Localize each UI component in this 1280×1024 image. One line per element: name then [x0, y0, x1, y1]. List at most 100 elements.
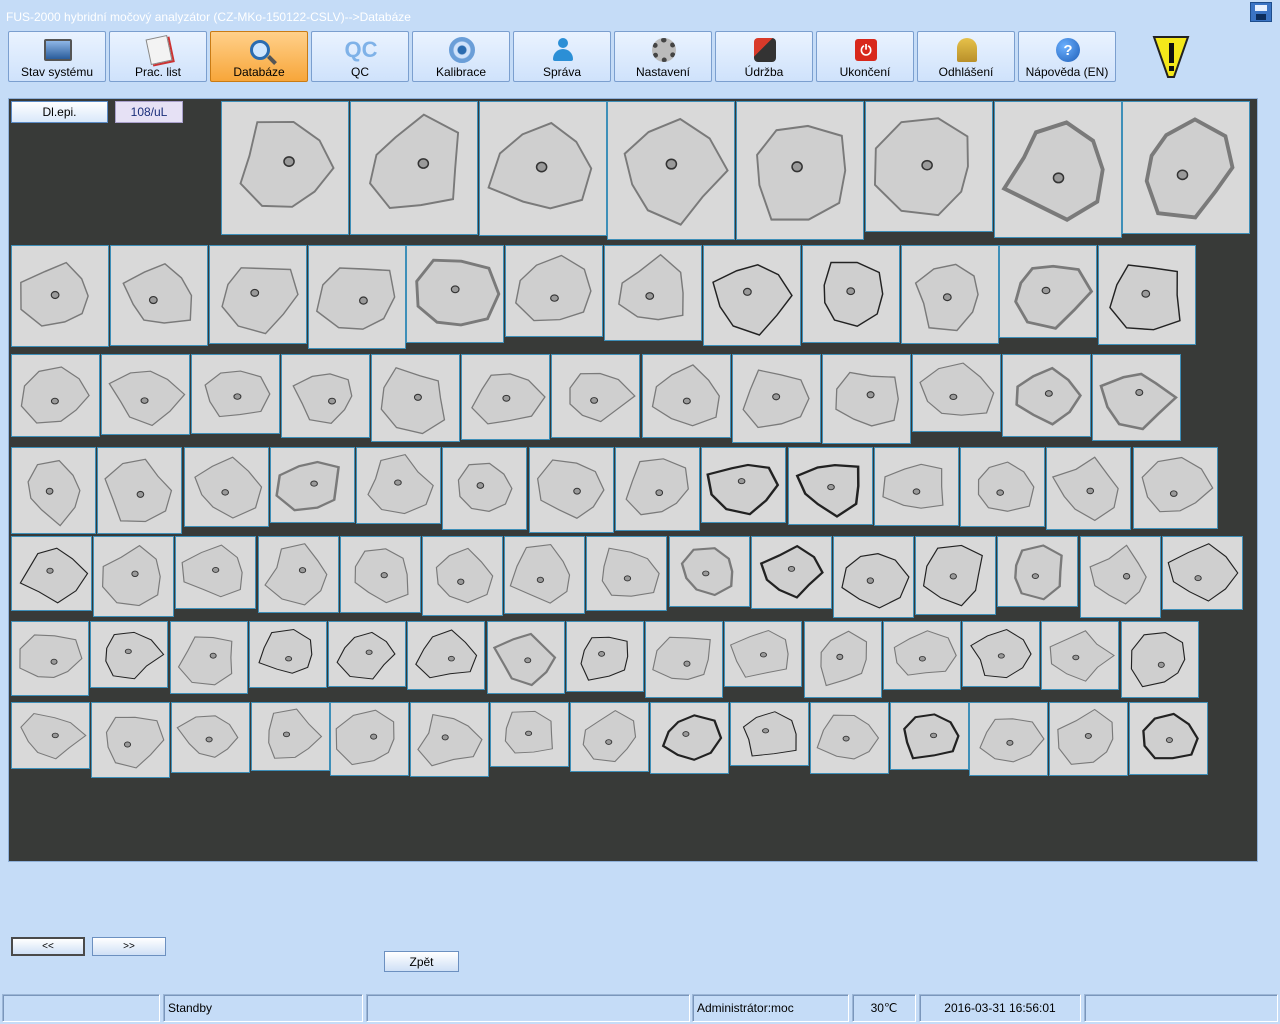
cell-image-thumbnail[interactable]: [170, 621, 248, 694]
cell-image-thumbnail[interactable]: [504, 536, 585, 614]
cell-image-thumbnail[interactable]: [110, 245, 208, 346]
cell-image-thumbnail[interactable]: [371, 354, 460, 442]
cell-image-thumbnail[interactable]: [736, 101, 864, 240]
help-button[interactable]: ? Nápověda (EN): [1018, 31, 1116, 82]
cell-image-thumbnail[interactable]: [487, 621, 565, 694]
cell-image-thumbnail[interactable]: [97, 447, 182, 534]
cell-image-thumbnail[interactable]: [703, 245, 801, 346]
qc-button[interactable]: QC QC: [311, 31, 409, 82]
settings-button[interactable]: Nastavení: [614, 31, 712, 82]
cell-image-thumbnail[interactable]: [11, 621, 89, 696]
cell-image-thumbnail[interactable]: [994, 101, 1122, 238]
cell-image-thumbnail[interactable]: [969, 702, 1048, 776]
cell-image-thumbnail[interactable]: [191, 354, 280, 434]
cell-image-thumbnail[interactable]: [1129, 702, 1208, 775]
cell-image-thumbnail[interactable]: [997, 536, 1078, 607]
cell-image-thumbnail[interactable]: [912, 354, 1001, 432]
cell-image-thumbnail[interactable]: [1049, 702, 1128, 776]
cell-image-thumbnail[interactable]: [529, 447, 614, 533]
cell-image-thumbnail[interactable]: [802, 245, 900, 343]
cell-image-thumbnail[interactable]: [730, 702, 809, 766]
cell-image-thumbnail[interactable]: [350, 101, 478, 235]
cell-image-thumbnail[interactable]: [724, 621, 802, 687]
cell-image-thumbnail[interactable]: [645, 621, 723, 698]
cell-image-thumbnail[interactable]: [822, 354, 911, 444]
cell-image-thumbnail[interactable]: [865, 101, 993, 232]
cell-image-thumbnail[interactable]: [751, 536, 832, 609]
cell-image-thumbnail[interactable]: [586, 536, 667, 611]
cell-image-thumbnail[interactable]: [1046, 447, 1131, 530]
cell-image-thumbnail[interactable]: [11, 536, 92, 611]
cell-image-thumbnail[interactable]: [890, 702, 969, 770]
cell-image-thumbnail[interactable]: [570, 702, 649, 772]
cell-image-thumbnail[interactable]: [90, 621, 168, 688]
cell-image-thumbnail[interactable]: [788, 447, 873, 525]
management-button[interactable]: Správa: [513, 31, 611, 82]
cell-image-thumbnail[interactable]: [1121, 621, 1199, 698]
previous-page-button[interactable]: <<: [11, 937, 85, 956]
cell-image-thumbnail[interactable]: [221, 101, 349, 235]
cell-image-thumbnail[interactable]: [874, 447, 959, 526]
cell-image-thumbnail[interactable]: [249, 621, 327, 688]
cell-image-thumbnail[interactable]: [732, 354, 821, 443]
cell-image-thumbnail[interactable]: [962, 621, 1040, 687]
cell-image-thumbnail[interactable]: [490, 702, 569, 767]
cell-image-thumbnail[interactable]: [442, 447, 527, 530]
cell-image-thumbnail[interactable]: [1122, 101, 1250, 234]
cell-image-thumbnail[interactable]: [1098, 245, 1196, 345]
cell-image-thumbnail[interactable]: [410, 702, 489, 777]
cell-image-thumbnail[interactable]: [604, 245, 702, 341]
cell-image-thumbnail[interactable]: [1162, 536, 1243, 610]
cell-image-thumbnail[interactable]: [1133, 447, 1218, 529]
cell-image-thumbnail[interactable]: [251, 702, 330, 771]
cell-image-thumbnail[interactable]: [11, 354, 100, 437]
cell-image-thumbnail[interactable]: [171, 702, 250, 773]
cell-image-thumbnail[interactable]: [340, 536, 421, 613]
cell-image-thumbnail[interactable]: [11, 245, 109, 347]
cell-image-thumbnail[interactable]: [615, 447, 700, 531]
cell-image-thumbnail[interactable]: [308, 245, 406, 349]
cell-image-thumbnail[interactable]: [407, 621, 485, 690]
cell-image-thumbnail[interactable]: [422, 536, 503, 616]
cell-image-thumbnail[interactable]: [270, 447, 355, 523]
cell-image-thumbnail[interactable]: [356, 447, 441, 524]
database-button[interactable]: Databáze: [210, 31, 308, 82]
cell-image-thumbnail[interactable]: [209, 245, 307, 344]
exit-button[interactable]: ⏻ Ukončení: [816, 31, 914, 82]
cell-image-thumbnail[interactable]: [258, 536, 339, 613]
cell-image-thumbnail[interactable]: [901, 245, 999, 344]
cell-image-thumbnail[interactable]: [915, 536, 996, 615]
cell-image-thumbnail[interactable]: [566, 621, 644, 692]
worklist-button[interactable]: Prac. list: [109, 31, 207, 82]
cell-image-thumbnail[interactable]: [461, 354, 550, 440]
cell-image-thumbnail[interactable]: [1080, 536, 1161, 618]
warning-icon[interactable]: [1152, 33, 1190, 81]
cell-image-thumbnail[interactable]: [607, 101, 735, 240]
back-button[interactable]: Zpět: [384, 951, 459, 972]
cell-image-thumbnail[interactable]: [175, 536, 256, 609]
category-tag[interactable]: Dl.epi.: [11, 101, 108, 123]
maintenance-button[interactable]: Údržba: [715, 31, 813, 82]
cell-image-thumbnail[interactable]: [505, 245, 603, 337]
cell-image-thumbnail[interactable]: [999, 245, 1097, 338]
cell-image-thumbnail[interactable]: [1092, 354, 1181, 441]
cell-image-thumbnail[interactable]: [810, 702, 889, 774]
cell-image-thumbnail[interactable]: [669, 536, 750, 607]
cell-image-thumbnail[interactable]: [833, 536, 914, 618]
cell-image-thumbnail[interactable]: [93, 536, 174, 617]
cell-image-thumbnail[interactable]: [91, 702, 170, 778]
cell-image-thumbnail[interactable]: [281, 354, 370, 438]
cell-image-thumbnail[interactable]: [1041, 621, 1119, 690]
calibration-button[interactable]: Kalibrace: [412, 31, 510, 82]
cell-image-thumbnail[interactable]: [328, 621, 406, 687]
cell-image-thumbnail[interactable]: [330, 702, 409, 776]
cell-image-thumbnail[interactable]: [804, 621, 882, 698]
cell-image-thumbnail[interactable]: [184, 447, 269, 527]
cell-image-thumbnail[interactable]: [650, 702, 729, 774]
cell-image-thumbnail[interactable]: [101, 354, 190, 435]
cell-image-thumbnail[interactable]: [642, 354, 731, 438]
cell-image-thumbnail[interactable]: [406, 245, 504, 343]
cell-image-thumbnail[interactable]: [883, 621, 961, 690]
save-icon[interactable]: [1250, 2, 1272, 22]
cell-image-thumbnail[interactable]: [960, 447, 1045, 527]
